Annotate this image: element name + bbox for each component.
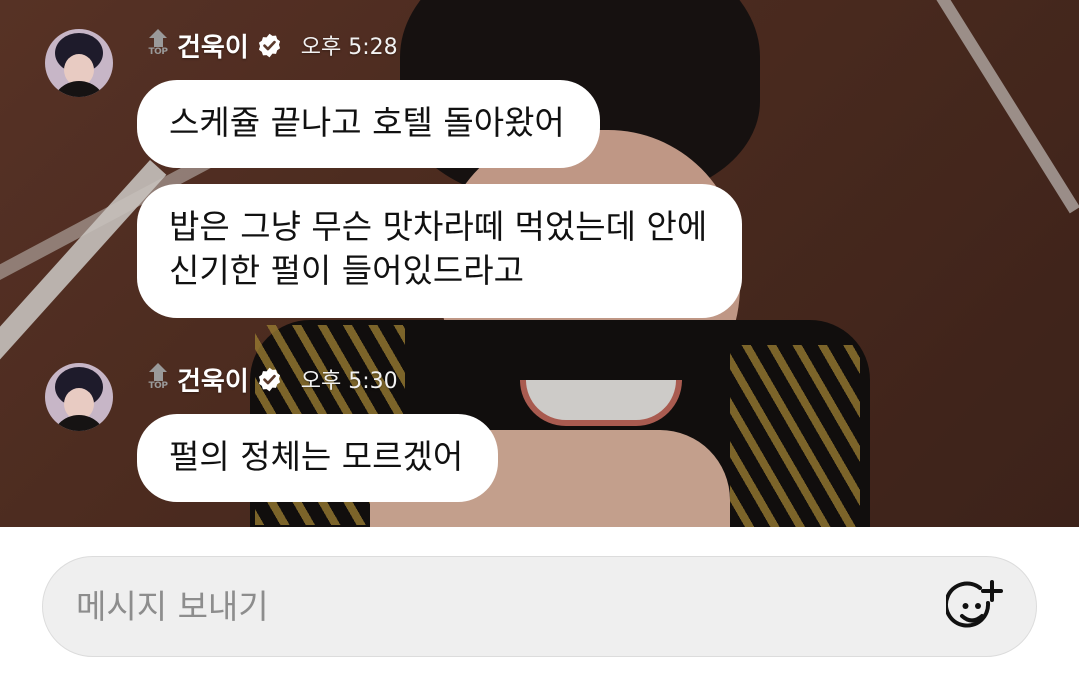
top-fan-badge: TOP (145, 361, 171, 397)
up-arrow-icon (149, 29, 167, 38)
up-arrow-icon (149, 363, 167, 372)
message-bubble[interactable]: 펄의 정체는 모르겠어 (137, 414, 499, 502)
verified-check-icon (258, 367, 280, 391)
message-header: TOP 건욱이 오후 5:30 (145, 359, 398, 399)
sender-name[interactable]: 건욱이 (177, 361, 249, 398)
message-input-placeholder: 메시지 보내기 (76, 587, 269, 626)
verified-check-icon (258, 33, 280, 57)
message-composer: 메시지 보내기 (0, 527, 1079, 684)
message-input[interactable]: 메시지 보내기 (42, 556, 1037, 657)
sender-avatar[interactable] (45, 29, 113, 97)
message-bubble[interactable]: 스케쥴 끝나고 호텔 돌아왔어 (137, 80, 600, 168)
message-time: 오후 5:28 (300, 35, 398, 60)
add-emoji-icon[interactable] (946, 579, 1004, 637)
message-bubble[interactable]: 밥은 그냥 무슨 맛차라떼 먹었는데 안에 신기한 펄이 들어있드라고 (137, 184, 743, 318)
sender-name[interactable]: 건욱이 (177, 27, 249, 64)
sender-avatar[interactable] (45, 363, 113, 431)
message-time: 오후 5:30 (300, 369, 398, 394)
top-fan-badge: TOP (145, 27, 171, 63)
message-header: TOP 건욱이 오후 5:28 (145, 25, 398, 65)
